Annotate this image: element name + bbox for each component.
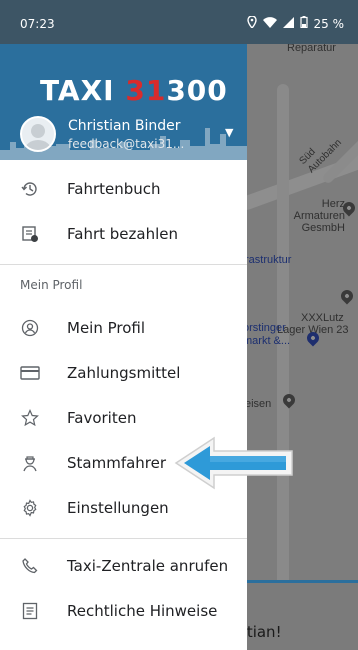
brand-logo-text: TAXI bbox=[40, 74, 126, 107]
history-icon bbox=[20, 179, 40, 199]
pointer-arrow-icon bbox=[174, 436, 293, 490]
map-label: markt &... bbox=[247, 335, 291, 347]
brand-logo: TAXI 31300 bbox=[40, 74, 228, 107]
bottom-card-text: stian! bbox=[247, 623, 282, 641]
navigation-drawer: TAXI 31300 Christian Binder feedback@tax… bbox=[0, 44, 247, 650]
menu-item-label: Fahrtenbuch bbox=[67, 179, 161, 198]
map-label: rastruktur bbox=[247, 254, 292, 266]
star-icon bbox=[20, 408, 40, 428]
status-bar: 07:23 25 % bbox=[0, 0, 358, 44]
map-view[interactable]: Reparatur Süd Autobahn Herz Armaturen Ge… bbox=[247, 44, 358, 650]
gear-icon bbox=[20, 498, 40, 518]
credit-card-icon bbox=[20, 363, 40, 383]
avatar[interactable] bbox=[20, 116, 56, 152]
drawer-section-top: Fahrtenbuch Fahrt bezahlen bbox=[0, 160, 247, 256]
battery-percent: 25 % bbox=[313, 16, 345, 31]
signal-icon bbox=[282, 16, 294, 31]
drawer-section-profile: Mein Profil Zahlungsmittel Favoriten Sta… bbox=[0, 305, 247, 530]
document-icon bbox=[20, 601, 40, 621]
menu-item-mein-profil[interactable]: Mein Profil bbox=[0, 305, 247, 350]
menu-item-label: Mein Profil bbox=[67, 318, 146, 337]
section-title: Mein Profil bbox=[20, 278, 83, 292]
brand-logo-accent: 31 bbox=[125, 74, 167, 107]
menu-item-fahrtenbuch[interactable]: Fahrtenbuch bbox=[0, 166, 247, 211]
menu-item-label: Einstellungen bbox=[67, 498, 169, 517]
section-header-mein-profil: Mein Profil bbox=[0, 265, 247, 305]
map-label: Herz Armaturen GesmbH bbox=[293, 198, 345, 234]
menu-item-rechtliche-hinweise[interactable]: Rechtliche Hinweise bbox=[0, 588, 247, 633]
menu-item-label: Stammfahrer bbox=[67, 453, 167, 472]
status-icons: 25 % bbox=[246, 15, 345, 31]
brand-logo-text-end: 300 bbox=[166, 74, 228, 107]
map-label: XXXLutz bbox=[301, 312, 344, 324]
status-time: 07:23 bbox=[20, 17, 55, 31]
menu-item-zahlungsmittel[interactable]: Zahlungsmittel bbox=[0, 350, 247, 395]
menu-item-fahrt-bezahlen[interactable]: Fahrt bezahlen bbox=[0, 211, 247, 256]
driver-icon bbox=[20, 453, 40, 473]
wifi-icon bbox=[262, 16, 277, 31]
menu-item-label: Zahlungsmittel bbox=[67, 363, 181, 382]
profile-icon bbox=[20, 318, 40, 338]
map-road bbox=[277, 84, 289, 644]
location-icon bbox=[246, 15, 257, 31]
menu-item-taxi-zentrale-anrufen[interactable]: Taxi-Zentrale anrufen bbox=[0, 543, 247, 588]
menu-item-label: Favoriten bbox=[67, 408, 137, 427]
user-name: Christian Binder bbox=[68, 118, 181, 134]
receipt-pay-icon bbox=[20, 224, 40, 244]
drawer-section-bottom: Taxi-Zentrale anrufen Rechtliche Hinweis… bbox=[0, 539, 247, 633]
map-label: Reparatur bbox=[287, 44, 336, 54]
menu-item-label: Taxi-Zentrale anrufen bbox=[67, 556, 229, 575]
map-pin-icon[interactable] bbox=[338, 287, 356, 305]
map-label: eisen bbox=[247, 398, 272, 410]
account-dropdown-icon[interactable]: ▼ bbox=[225, 126, 233, 139]
battery-icon bbox=[299, 16, 308, 31]
map-label: orstinger bbox=[247, 322, 286, 334]
phone-icon bbox=[20, 556, 40, 576]
menu-item-label: Rechtliche Hinweise bbox=[67, 601, 218, 620]
menu-item-label: Fahrt bezahlen bbox=[67, 224, 178, 243]
drawer-header: TAXI 31300 Christian Binder feedback@tax… bbox=[0, 44, 247, 160]
bottom-card[interactable]: stian! bbox=[247, 583, 358, 650]
user-email: feedback@taxi31... bbox=[68, 137, 185, 151]
